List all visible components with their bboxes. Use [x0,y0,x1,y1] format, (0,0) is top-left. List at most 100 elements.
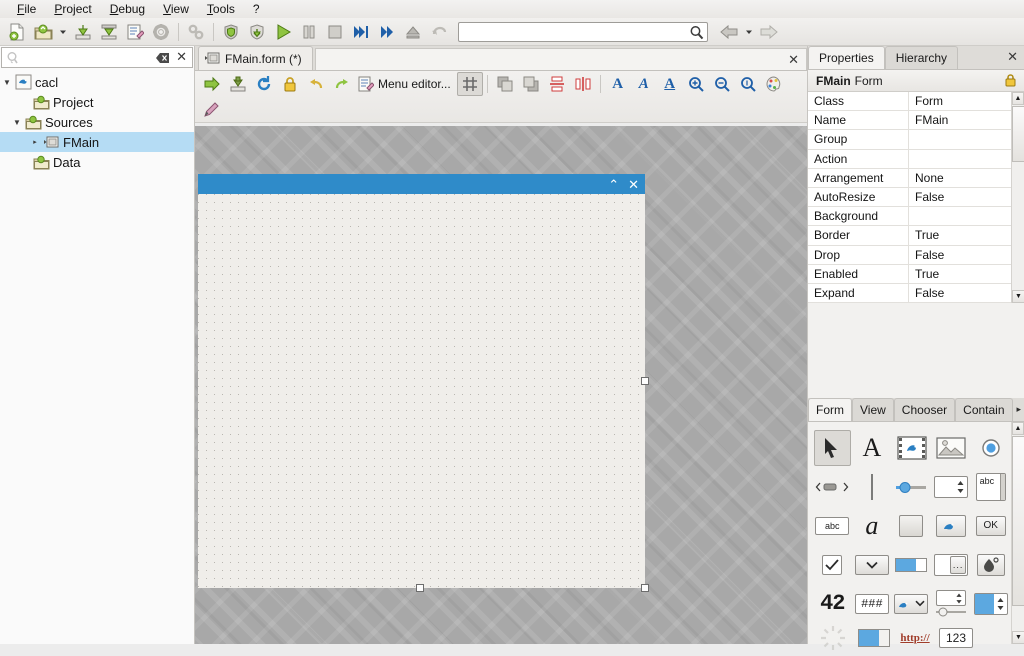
property-value[interactable]: False [909,188,1024,206]
radiobutton-widget[interactable] [972,430,1009,466]
property-value[interactable] [909,207,1024,225]
redo-icon[interactable] [329,72,355,96]
shield-all-icon[interactable] [244,20,270,44]
maskbox-widget[interactable]: ### [854,586,891,622]
combobox-widget[interactable] [854,547,891,583]
tree-node-sources[interactable]: ▼ Sources [0,112,194,132]
open-code-icon[interactable] [199,72,225,96]
project-search-row[interactable]: ✕ [1,47,193,68]
gear-icon[interactable] [148,20,174,44]
save-icon[interactable] [70,20,96,44]
undo-run-icon[interactable] [426,20,452,44]
checkbox-widget[interactable] [814,547,851,583]
undo-icon[interactable] [303,72,329,96]
align-horizontal-icon[interactable] [570,72,596,96]
table-row[interactable]: Group [808,130,1024,150]
menu-help[interactable]: ? [244,1,269,17]
forward-icon[interactable] [374,20,400,44]
property-value[interactable]: None [909,169,1024,187]
table-row[interactable]: Action [808,149,1024,169]
table-row[interactable]: Drop False [808,245,1024,265]
spinbox-widget[interactable] [933,469,970,505]
menu-debug[interactable]: Debug [101,1,154,17]
bring-front-icon[interactable] [492,72,518,96]
tab-properties[interactable]: Properties [808,46,885,69]
zoom-reset-icon[interactable] [735,72,761,96]
back-icon[interactable] [716,20,742,44]
menu-view[interactable]: View [154,1,198,17]
textarea-scrollbar[interactable] [999,473,1005,500]
zoom-in-icon[interactable] [683,72,709,96]
toggle-widget[interactable] [893,547,930,583]
scrollbar-thumb[interactable] [1012,106,1024,162]
property-value[interactable]: FMain [909,111,1024,129]
imagecombo-widget[interactable] [893,586,930,622]
tab-view[interactable]: View [852,398,894,421]
picture-widget[interactable] [933,430,970,466]
chevron-down-icon[interactable]: ▼ [10,118,24,127]
tab-form[interactable]: Form [808,398,852,421]
search-input[interactable] [459,22,684,41]
chevron-down-icon[interactable]: ▼ [0,78,14,87]
send-back-icon[interactable] [518,72,544,96]
movie-widget[interactable] [893,430,930,466]
textlabel-widget[interactable]: a [854,508,891,544]
font-bold-icon[interactable]: A [605,72,631,96]
tab-chooser[interactable]: Chooser [893,398,956,421]
table-row[interactable]: Background [808,207,1024,227]
resize-handle-right[interactable] [641,377,649,385]
open-project-dropdown-icon[interactable] [56,20,70,44]
table-row[interactable]: Border True [808,226,1024,246]
scroll-up-icon[interactable]: ▲ [1012,92,1024,105]
save-form-icon[interactable] [225,72,251,96]
separator-widget[interactable] [854,469,891,505]
step-out-icon[interactable] [400,20,426,44]
table-row[interactable]: AutoResize False [808,187,1024,208]
imagebutton-widget[interactable] [933,508,970,544]
toolbox-scrollbar[interactable]: ▲ ▼ [1011,422,1024,644]
lcdnumber-widget[interactable]: 42 [814,586,851,622]
form-collapse-icon[interactable]: ⌃ [608,178,619,191]
table-row[interactable]: Class Form [808,92,1024,112]
button-widget[interactable]: OK [972,508,1009,544]
property-value[interactable]: Form [909,92,1024,110]
table-row[interactable]: Enabled True [808,264,1024,284]
back-dropdown-icon[interactable] [742,20,756,44]
table-row[interactable]: Name FMain [808,111,1024,131]
stop-icon[interactable] [322,20,348,44]
tree-node-cacl[interactable]: ▼ cacl [0,72,194,92]
zoom-out-icon[interactable] [709,72,735,96]
valuebox-widget[interactable]: 123 [937,620,975,656]
toolbar-search[interactable] [458,21,708,42]
menu-tools[interactable]: Tools [198,1,244,17]
property-value[interactable]: True [909,226,1024,244]
resize-handle-bottom[interactable] [416,584,424,592]
property-value[interactable]: True [909,265,1024,283]
colorspin-widget[interactable] [972,586,1009,622]
project-search-input[interactable] [22,49,162,66]
clear-icon[interactable] [155,52,170,67]
tree-node-project[interactable]: Project [0,92,194,112]
edit-icon[interactable] [122,20,148,44]
property-table[interactable]: Class Form Name FMain Group Action Arran… [808,92,1024,303]
panel-widget[interactable] [893,508,930,544]
tab-fmain-form[interactable]: FMain.form (*) [198,46,313,70]
refactor-icon[interactable] [183,20,209,44]
form-design-surface[interactable] [198,194,645,588]
spinner-widget[interactable] [814,620,852,656]
table-row[interactable]: Expand False [808,283,1024,303]
form-preview-window[interactable]: ⌃ ✕ [198,174,645,588]
open-project-icon[interactable] [30,20,56,44]
colorbutton-widget[interactable] [972,547,1009,583]
spinslider-widget[interactable] [933,586,970,622]
pause-icon[interactable] [296,20,322,44]
scroll-up-icon[interactable]: ▲ [1012,422,1024,435]
close-icon[interactable]: ✕ [176,50,187,64]
close-icon[interactable]: ✕ [1007,49,1018,65]
scroll-down-icon[interactable]: ▼ [1012,290,1024,303]
step-icon[interactable] [348,20,374,44]
lock-icon[interactable] [277,72,303,96]
chevron-right-icon[interactable]: ▸ [1013,398,1024,421]
property-value[interactable] [909,130,1024,148]
property-scrollbar[interactable]: ▲ ▼ [1011,92,1024,303]
